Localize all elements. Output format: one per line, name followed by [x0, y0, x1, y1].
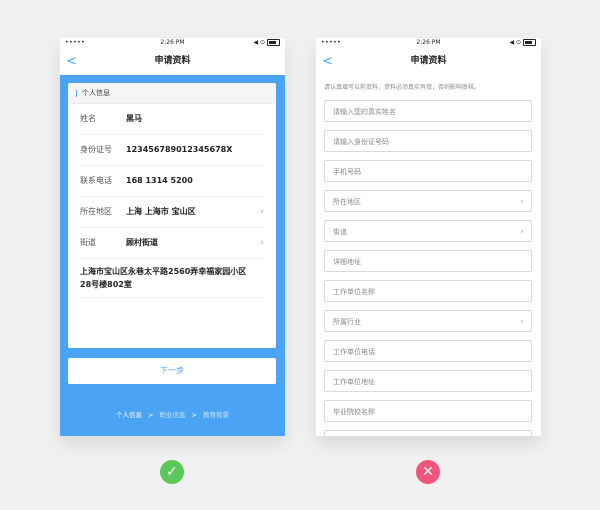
input-field[interactable]: [324, 430, 532, 436]
chevron-right-icon: ›: [260, 207, 264, 217]
input-placeholder: 街道: [333, 228, 347, 236]
step-career-info: 职业信息: [159, 411, 186, 419]
back-icon[interactable]: <: [66, 48, 77, 75]
status-icons: ◀ ⊙: [254, 39, 280, 46]
battery-icon: [523, 39, 536, 46]
input-placeholder: 请输入身份证号码: [333, 138, 389, 146]
field-label: 所在地区: [80, 207, 112, 216]
input-field[interactable]: 工作单位地址: [324, 370, 532, 392]
input-field[interactable]: 工作单位电话: [324, 340, 532, 362]
notice-text: 请认真填写以前资料，资料必须真实有效，否则影响审核。: [324, 84, 481, 91]
status-bar: ••••• 2:26 PM ◀ ⊙: [60, 38, 285, 48]
input-placeholder: 工作单位电话: [333, 348, 375, 356]
chevron-right-icon: ›: [520, 197, 524, 207]
form-row[interactable]: 联系电话 168 1314 5200: [80, 166, 264, 197]
location-alarm-icon: ◀ ⊙: [253, 39, 266, 46]
next-step-button[interactable]: 下一步: [68, 358, 276, 384]
address-line-1: 上海市宝山区永巷太平路2560弄幸福家园小区: [80, 267, 247, 276]
input-placeholder: 毕业院校名称: [333, 408, 375, 416]
field-value: 上海 上海市 宝山区: [126, 207, 196, 216]
page-title: 申请资料: [154, 56, 191, 66]
field-value: 顾村街道: [126, 238, 158, 247]
status-time: 2:26 PM: [416, 39, 441, 46]
form-row[interactable]: 姓名 黑马: [80, 104, 264, 135]
input-placeholder: 工作单位地址: [333, 378, 375, 386]
form-row[interactable]: 街道 顾村街道 ›: [80, 228, 264, 259]
input-field[interactable]: 请输入您的真实姓名: [324, 100, 532, 122]
address-line-2: 28号楼802室: [80, 280, 132, 289]
status-bar: ••••• 2:26 PM ◀ ⊙: [316, 38, 541, 48]
step-personal-info: 个人信息: [116, 411, 143, 419]
field-label: 联系电话: [80, 176, 112, 185]
input-placeholder: 所属行业: [333, 318, 361, 326]
chevron-right-icon: ›: [520, 227, 524, 237]
section-header: 个人信息: [68, 83, 276, 104]
input-placeholder: 详细地址: [333, 258, 361, 266]
input-field[interactable]: 所在地区 ›: [324, 190, 532, 212]
step-separator-icon: >: [191, 411, 197, 419]
page-title: 申请资料: [410, 56, 447, 66]
step-separator-icon: >: [148, 411, 154, 419]
input-field[interactable]: 手机号码: [324, 160, 532, 182]
field-label: 姓名: [80, 114, 96, 123]
input-field[interactable]: 请输入身份证号码: [324, 130, 532, 152]
bad-example-phone: ••••• 2:26 PM ◀ ⊙ < 申请资料 请认真填写以前资料，资料必须真…: [316, 38, 541, 436]
status-time: 2:26 PM: [160, 39, 185, 46]
input-field[interactable]: 详细地址: [324, 250, 532, 272]
input-field[interactable]: 毕业院校名称: [324, 400, 532, 422]
input-placeholder: 工作单位名称: [333, 288, 375, 296]
check-icon: ✓: [160, 460, 184, 484]
field-label: 街道: [80, 238, 96, 247]
section-accent-bar: [76, 89, 77, 97]
field-value: 黑马: [126, 114, 142, 123]
chevron-right-icon: ›: [260, 238, 264, 248]
detailed-address[interactable]: 上海市宝山区永巷太平路2560弄幸福家园小区 28号楼802室: [80, 265, 264, 298]
field-label: 身份证号: [80, 145, 112, 154]
back-icon[interactable]: <: [322, 48, 333, 75]
input-placeholder: 请输入您的真实姓名: [333, 108, 396, 116]
battery-icon: [267, 39, 280, 46]
good-example-phone: ••••• 2:26 PM ◀ ⊙ < 申请资料 个人信息 姓名 黑马身份证号 12…: [60, 38, 285, 436]
blue-content-area: 个人信息 姓名 黑马身份证号 123456789012345678X 联系电话 168 …: [60, 75, 285, 436]
input-placeholder: 所在地区: [333, 198, 361, 206]
chevron-right-icon: ›: [520, 317, 524, 327]
input-field[interactable]: 街道 ›: [324, 220, 532, 242]
input-placeholder: 手机号码: [333, 168, 361, 176]
location-alarm-icon: ◀ ⊙: [509, 39, 522, 46]
input-field[interactable]: 所属行业 ›: [324, 310, 532, 332]
step-education: 教育背景: [202, 411, 229, 419]
field-value: 168 1314 5200: [126, 176, 193, 185]
personal-info-card: 个人信息 姓名 黑马身份证号 123456789012345678X 联系电话 168 …: [68, 83, 276, 348]
status-icons: ◀ ⊙: [510, 39, 536, 46]
section-title: 个人信息: [82, 89, 110, 97]
step-indicator: 个人信息 > 职业信息 > 教育背景: [60, 409, 285, 419]
form-row[interactable]: 身份证号 123456789012345678X: [80, 135, 264, 166]
nav-bar: < 申请资料: [60, 48, 285, 75]
field-value: 123456789012345678X: [126, 145, 233, 154]
cross-icon: ✕: [416, 460, 440, 484]
input-field[interactable]: 工作单位名称: [324, 280, 532, 302]
nav-bar: < 申请资料: [316, 48, 541, 75]
form-row[interactable]: 所在地区 上海 上海市 宝山区 ›: [80, 197, 264, 228]
